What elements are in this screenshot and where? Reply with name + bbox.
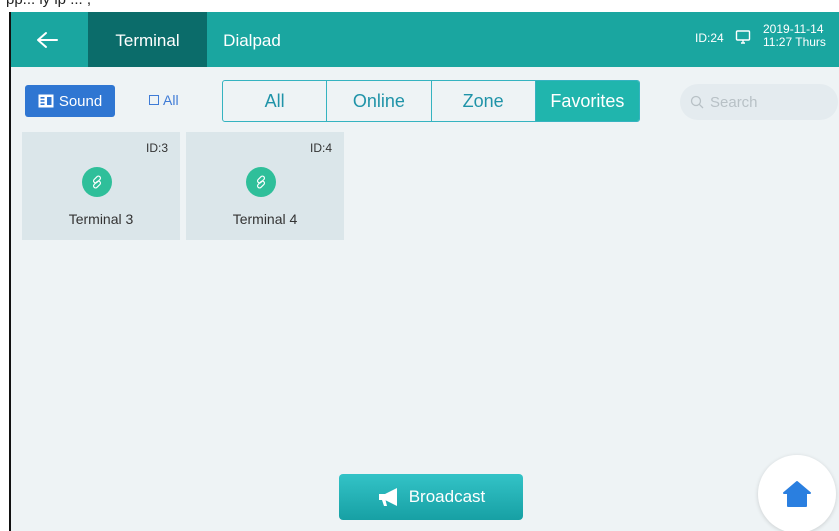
caption-fragment: pp... ly ip ... , <box>6 0 91 8</box>
broadcast-button[interactable]: Broadcast <box>339 474 523 520</box>
sound-button[interactable]: Sound <box>25 85 115 117</box>
sound-panel-icon <box>38 94 54 108</box>
header-bar: Terminal Dialpad ID:24 2019-11-14 11:27 … <box>11 12 839 67</box>
terminal-card-4[interactable]: ID:4 Terminal 4 <box>186 132 344 240</box>
home-button[interactable] <box>758 455 836 531</box>
app-screen: Terminal Dialpad ID:24 2019-11-14 11:27 … <box>9 12 839 531</box>
screen-icon <box>735 29 751 50</box>
terminal-name: Terminal 4 <box>232 211 298 227</box>
filter-all[interactable]: All <box>223 81 328 121</box>
link-icon <box>246 167 276 197</box>
search-box[interactable] <box>680 84 838 120</box>
megaphone-icon <box>378 488 397 506</box>
time-day-text: 11:27 Thurs <box>763 35 826 49</box>
select-all-checkbox[interactable]: All <box>149 92 179 108</box>
date-time: 2019-11-14 11:27 Thurs <box>763 23 826 49</box>
broadcast-label: Broadcast <box>408 487 486 506</box>
search-icon <box>690 95 704 109</box>
filter-zone[interactable]: Zone <box>432 81 536 121</box>
terminal-card-3[interactable]: ID:3 Terminal 3 <box>22 132 180 240</box>
back-button[interactable] <box>25 24 69 56</box>
filter-segmented-control: All Online Zone Favorites <box>222 80 640 122</box>
terminal-id: ID:3 <box>145 141 168 155</box>
tab-dialpad[interactable]: Dialpad <box>207 12 297 67</box>
terminal-name: Terminal 3 <box>68 211 134 227</box>
select-all-label: All <box>163 92 179 108</box>
device-id: ID:24 <box>695 31 724 45</box>
checkbox-square-icon <box>149 95 159 105</box>
terminal-id: ID:4 <box>309 141 332 155</box>
sound-button-label: Sound <box>58 92 103 110</box>
top-caption-strip: pp... ly ip ... , <box>0 0 839 12</box>
tab-terminal[interactable]: Terminal <box>88 12 207 67</box>
home-icon <box>783 481 811 507</box>
link-icon <box>82 167 112 197</box>
search-input[interactable] <box>708 92 832 112</box>
filter-favorites[interactable]: Favorites <box>535 81 639 121</box>
arrow-left-icon <box>37 32 58 48</box>
filter-online[interactable]: Online <box>327 81 432 121</box>
